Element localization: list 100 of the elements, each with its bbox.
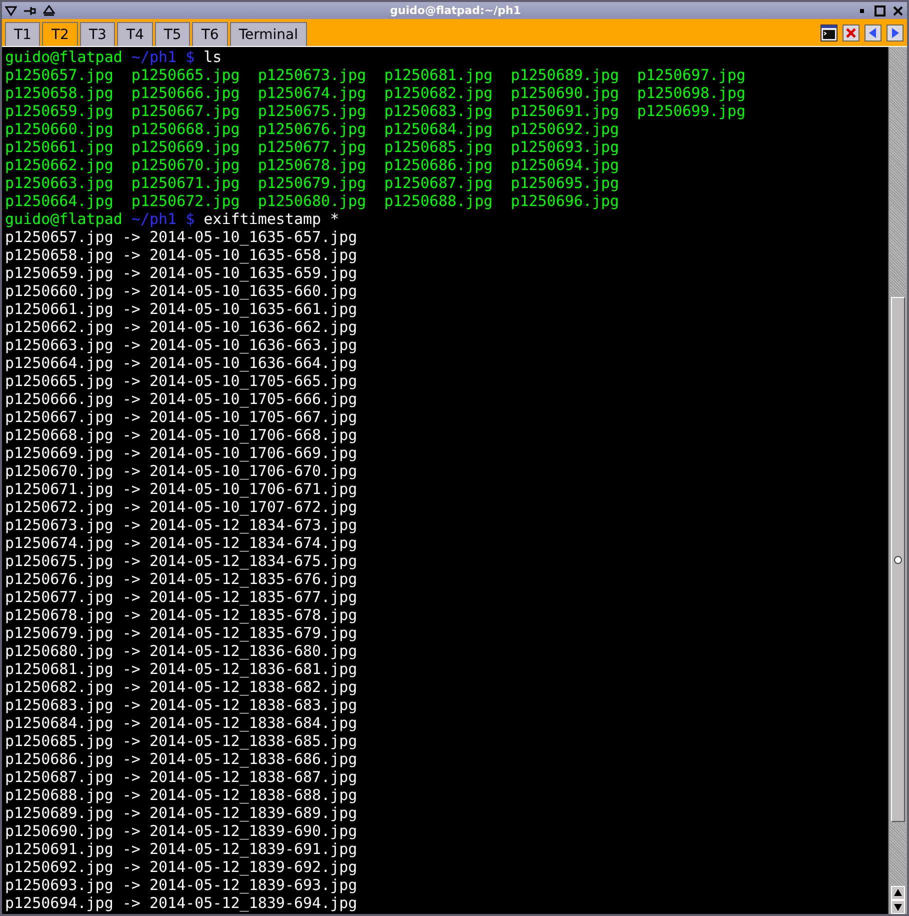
- file-name: p1250698.jpg: [637, 84, 746, 102]
- file-name: p1250696.jpg: [510, 192, 620, 210]
- file-name: p1250657.jpg: [5, 66, 114, 84]
- file-name: p1250674.jpg: [258, 84, 366, 102]
- file-name: p1250677.jpg: [258, 138, 366, 156]
- file-name: p1250678.jpg: [258, 156, 366, 174]
- file-name: p1250672.jpg: [131, 192, 240, 210]
- output-line: p1250679.jpg -> 2014-05-12_1835-679.jpg: [5, 624, 358, 642]
- file-name: p1250676.jpg: [258, 120, 366, 138]
- tab[interactable]: T3: [80, 22, 116, 46]
- file-name: p1250680.jpg: [258, 192, 366, 210]
- output-line: p1250671.jpg -> 2014-05-10_1706-671.jpg: [5, 480, 358, 498]
- next-tab-icon[interactable]: [886, 24, 904, 42]
- file-name: p1250697.jpg: [637, 66, 746, 84]
- command: exiftimestamp *: [204, 210, 340, 228]
- prompt-path: ~/ph1: [131, 48, 177, 66]
- output-line: p1250681.jpg -> 2014-05-12_1836-681.jpg: [5, 660, 358, 678]
- output-line: p1250658.jpg -> 2014-05-10_1635-658.jpg: [5, 246, 358, 264]
- tab[interactable]: T2: [42, 22, 78, 46]
- output-line: p1250664.jpg -> 2014-05-10_1636-664.jpg: [5, 354, 358, 372]
- file-name: p1250695.jpg: [510, 174, 620, 192]
- file-name: p1250671.jpg: [131, 174, 240, 192]
- tab[interactable]: T4: [117, 22, 153, 46]
- file-name: p1250689.jpg: [510, 66, 620, 84]
- terminal-icon[interactable]: [820, 24, 838, 42]
- output-line: p1250690.jpg -> 2014-05-12_1839-690.jpg: [5, 822, 358, 840]
- file-name: p1250688.jpg: [384, 192, 493, 210]
- pin-icon[interactable]: [23, 4, 37, 16]
- file-name: p1250694.jpg: [510, 156, 620, 174]
- output-line: p1250682.jpg -> 2014-05-12_1838-682.jpg: [5, 678, 358, 696]
- output-line: p1250660.jpg -> 2014-05-10_1635-660.jpg: [5, 282, 358, 300]
- output-line: p1250685.jpg -> 2014-05-12_1838-685.jpg: [5, 732, 358, 750]
- output-line: p1250675.jpg -> 2014-05-12_1834-675.jpg: [5, 552, 358, 570]
- output-line: p1250688.jpg -> 2014-05-12_1838-688.jpg: [5, 786, 358, 804]
- file-name: p1250661.jpg: [5, 138, 114, 156]
- output-line: p1250672.jpg -> 2014-05-10_1707-672.jpg: [5, 498, 358, 516]
- file-name: p1250669.jpg: [131, 138, 240, 156]
- output-line: p1250677.jpg -> 2014-05-12_1835-677.jpg: [5, 588, 358, 606]
- scrollbar[interactable]: [888, 47, 907, 914]
- output-line: p1250676.jpg -> 2014-05-12_1835-676.jpg: [5, 570, 358, 588]
- prompt-path: ~/ph1: [131, 210, 177, 228]
- tab[interactable]: T6: [192, 22, 228, 46]
- output-line: p1250668.jpg -> 2014-05-10_1706-668.jpg: [5, 426, 358, 444]
- file-name: p1250685.jpg: [384, 138, 493, 156]
- output-line: p1250687.jpg -> 2014-05-12_1838-687.jpg: [5, 768, 358, 786]
- tab[interactable]: Terminal: [230, 22, 307, 46]
- output-line: p1250665.jpg -> 2014-05-10_1705-665.jpg: [5, 372, 358, 390]
- command: ls: [204, 48, 222, 66]
- output-line: p1250666.jpg -> 2014-05-10_1705-666.jpg: [5, 390, 358, 408]
- file-name: p1250679.jpg: [258, 174, 366, 192]
- maximize-icon[interactable]: [874, 4, 886, 16]
- file-name: p1250667.jpg: [131, 102, 240, 120]
- file-name: p1250687.jpg: [384, 174, 493, 192]
- file-name: p1250686.jpg: [384, 156, 493, 174]
- file-name: p1250692.jpg: [510, 120, 620, 138]
- file-name: p1250660.jpg: [5, 120, 114, 138]
- output-line: p1250691.jpg -> 2014-05-12_1839-691.jpg: [5, 840, 358, 858]
- file-name: p1250681.jpg: [384, 66, 493, 84]
- file-name: p1250670.jpg: [131, 156, 240, 174]
- scroll-down-icon[interactable]: [891, 900, 905, 914]
- menu-icon[interactable]: [5, 4, 17, 16]
- file-name: p1250658.jpg: [5, 84, 114, 102]
- tab[interactable]: T1: [5, 22, 40, 46]
- file-name: p1250675.jpg: [258, 102, 366, 120]
- output-line: p1250659.jpg -> 2014-05-10_1635-659.jpg: [5, 264, 358, 282]
- output-line: p1250673.jpg -> 2014-05-12_1834-673.jpg: [5, 516, 358, 534]
- file-name: p1250699.jpg: [637, 102, 746, 120]
- output-line: p1250661.jpg -> 2014-05-10_1635-661.jpg: [5, 300, 358, 318]
- output-line: p1250663.jpg -> 2014-05-10_1636-663.jpg: [5, 336, 358, 354]
- output-line: p1250692.jpg -> 2014-05-12_1839-692.jpg: [5, 858, 358, 876]
- output-line: p1250670.jpg -> 2014-05-10_1706-670.jpg: [5, 462, 358, 480]
- output-line: p1250674.jpg -> 2014-05-12_1834-674.jpg: [5, 534, 358, 552]
- file-name: p1250691.jpg: [510, 102, 620, 120]
- prompt-user: guido@flatpad: [5, 210, 122, 228]
- output-line: p1250684.jpg -> 2014-05-12_1838-684.jpg: [5, 714, 358, 732]
- file-name: p1250690.jpg: [510, 84, 620, 102]
- prompt-user: guido@flatpad: [5, 48, 122, 66]
- output-line: p1250669.jpg -> 2014-05-10_1706-669.jpg: [5, 444, 358, 462]
- output-line: p1250693.jpg -> 2014-05-12_1839-693.jpg: [5, 876, 358, 894]
- scroll-up-icon[interactable]: [891, 886, 905, 900]
- output-line: p1250678.jpg -> 2014-05-12_1835-678.jpg: [5, 606, 358, 624]
- file-name: p1250666.jpg: [131, 84, 240, 102]
- tab[interactable]: T5: [154, 22, 190, 46]
- scroll-thumb[interactable]: [891, 297, 905, 822]
- file-name: p1250668.jpg: [131, 120, 240, 138]
- output-line: p1250680.jpg -> 2014-05-12_1836-680.jpg: [5, 642, 358, 660]
- prompt-symbol: $: [186, 48, 195, 66]
- file-name: p1250683.jpg: [384, 102, 493, 120]
- close-icon[interactable]: [892, 4, 904, 16]
- file-name: p1250659.jpg: [5, 102, 114, 120]
- previous-tab-icon[interactable]: [864, 24, 882, 42]
- file-name: p1250682.jpg: [384, 84, 493, 102]
- output-line: p1250662.jpg -> 2014-05-10_1636-662.jpg: [5, 318, 358, 336]
- output-line: p1250689.jpg -> 2014-05-12_1839-689.jpg: [5, 804, 358, 822]
- file-name: p1250673.jpg: [258, 66, 366, 84]
- output-line: p1250683.jpg -> 2014-05-12_1838-683.jpg: [5, 696, 358, 714]
- file-name: p1250664.jpg: [5, 192, 114, 210]
- close-tab-icon[interactable]: [842, 24, 860, 42]
- shade-icon[interactable]: [43, 4, 55, 16]
- output-line: p1250686.jpg -> 2014-05-12_1838-686.jpg: [5, 750, 358, 768]
